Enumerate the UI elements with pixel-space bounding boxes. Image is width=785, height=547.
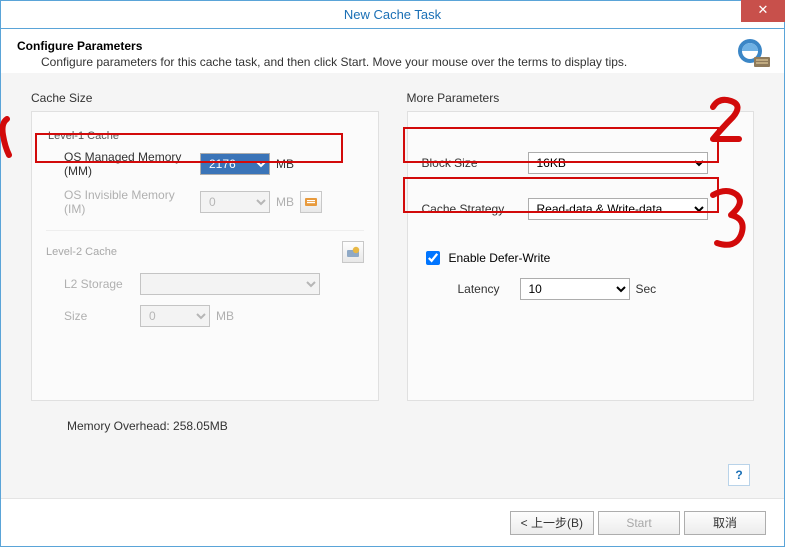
- block-size-label: Block Size: [422, 156, 522, 170]
- im-row: OS Invisible Memory (IM) 0 MB: [64, 188, 364, 216]
- mm-select[interactable]: 2176: [200, 153, 270, 175]
- cache-size-group: Cache Size Level-1 Cache OS Managed Memo…: [31, 91, 379, 401]
- header: Configure Parameters Configure parameter…: [1, 29, 784, 78]
- block-size-select[interactable]: 16KB: [528, 152, 708, 174]
- im-select: 0: [200, 191, 270, 213]
- mm-unit: MB: [276, 157, 294, 171]
- l2size-row: Size 0 MB: [64, 305, 364, 327]
- annotation-mark-1: [0, 113, 19, 161]
- header-description: Configure parameters for this cache task…: [41, 55, 768, 69]
- cache-strategy-label: Cache Strategy: [422, 202, 522, 216]
- l2size-unit: MB: [216, 309, 234, 323]
- latency-row: Latency 10 Sec: [458, 278, 740, 300]
- mm-row: OS Managed Memory (MM) 2176 MB: [64, 150, 364, 178]
- l2storage-label: L2 Storage: [64, 277, 134, 291]
- memory-overhead-label: Memory Overhead: 258.05MB: [67, 419, 754, 433]
- defer-write-input[interactable]: [426, 251, 440, 265]
- cache-strategy-select[interactable]: Read-data & Write-data: [528, 198, 708, 220]
- more-parameters-label: More Parameters: [407, 91, 755, 105]
- cache-size-label: Cache Size: [31, 91, 379, 105]
- l2storage-select: [140, 273, 320, 295]
- more-parameters-box: Block Size 16KB Cache Strategy Read-data…: [407, 111, 755, 401]
- im-unit: MB: [276, 195, 294, 209]
- divider: [46, 230, 364, 231]
- more-parameters-group: More Parameters Block Size 16KB Cache St…: [407, 91, 755, 401]
- l2size-select: 0: [140, 305, 210, 327]
- latency-label: Latency: [458, 282, 514, 296]
- start-button[interactable]: Start: [598, 511, 680, 535]
- cache-strategy-row: Cache Strategy Read-data & Write-data: [422, 198, 740, 220]
- back-button[interactable]: < 上一步(B): [510, 511, 594, 535]
- footer: < 上一步(B) Start 取消: [1, 498, 784, 546]
- window-title: New Cache Task: [1, 1, 784, 29]
- help-button[interactable]: ?: [728, 464, 750, 486]
- close-button[interactable]: ✕: [741, 0, 785, 22]
- cache-size-box: Level-1 Cache OS Managed Memory (MM) 217…: [31, 111, 379, 401]
- defer-write-label: Enable Defer-Write: [449, 251, 551, 265]
- l2-config-icon[interactable]: [342, 241, 364, 263]
- level1-cache-label: Level-1 Cache: [48, 130, 364, 142]
- body-panel: Cache Size Level-1 Cache OS Managed Memo…: [1, 73, 784, 498]
- mm-label: OS Managed Memory (MM): [64, 150, 194, 178]
- l2size-label: Size: [64, 309, 134, 323]
- latency-unit: Sec: [636, 282, 657, 296]
- latency-select[interactable]: 10: [520, 278, 630, 300]
- dialog-window: New Cache Task ✕ Configure Parameters Co…: [0, 0, 785, 547]
- im-label: OS Invisible Memory (IM): [64, 188, 194, 216]
- level2-cache-label: Level-2 Cache: [46, 246, 117, 258]
- l2storage-row: L2 Storage: [64, 273, 364, 295]
- im-info-icon[interactable]: [300, 191, 322, 213]
- block-size-row: Block Size 16KB: [422, 152, 740, 174]
- cache-logo-icon: [736, 37, 772, 73]
- cancel-button[interactable]: 取消: [684, 511, 766, 535]
- titlebar: New Cache Task ✕: [1, 1, 784, 29]
- defer-write-checkbox[interactable]: Enable Defer-Write: [422, 248, 740, 268]
- header-title: Configure Parameters: [17, 39, 768, 53]
